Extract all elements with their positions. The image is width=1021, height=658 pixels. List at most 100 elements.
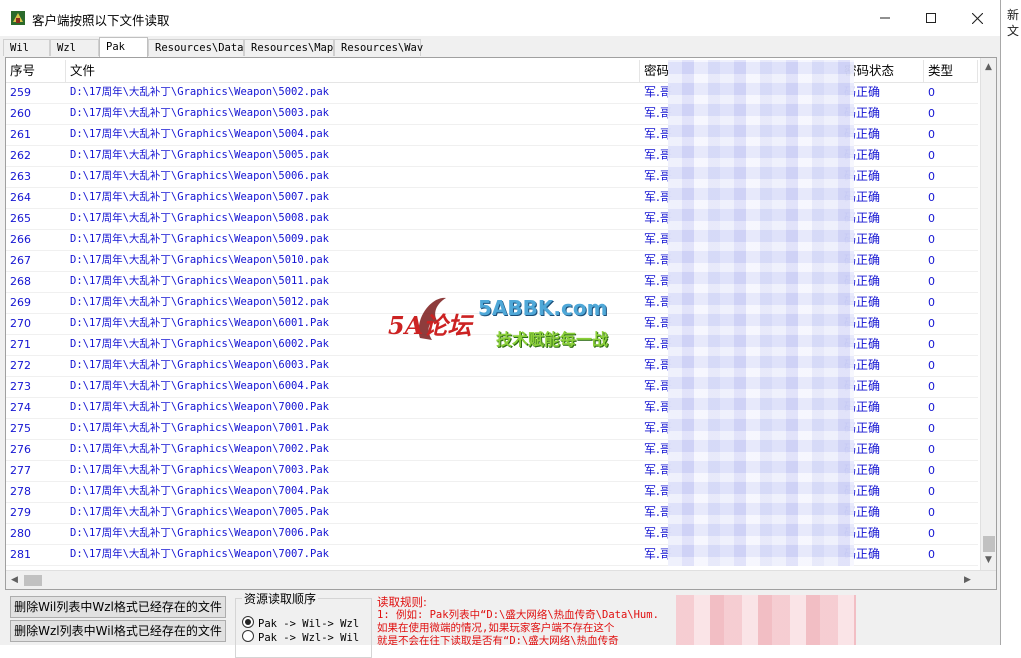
row-type: 0: [928, 338, 935, 351]
close-button[interactable]: [954, 0, 1000, 36]
row-index: 278: [10, 485, 31, 498]
row-index: 269: [10, 296, 31, 309]
row-file-path: D:\17周年\大乱补丁\Graphics\Weapon\5004.pak: [70, 128, 329, 140]
row-type: 0: [928, 464, 935, 477]
read-order-option-2[interactable]: Pak -> Wzl-> Wil: [242, 630, 359, 644]
row-type: 0: [928, 380, 935, 393]
row-type: 0: [928, 506, 935, 519]
row-file-path: D:\17周年\大乱补丁\Graphics\Weapon\5002.pak: [70, 86, 329, 98]
row-index: 277: [10, 464, 31, 477]
row-file-path: D:\17周年\大乱补丁\Graphics\Weapon\5005.pak: [70, 149, 329, 161]
row-file-path: D:\17周年\大乱补丁\Graphics\Weapon\6004.Pak: [70, 380, 329, 392]
tab-wzl[interactable]: Wzl: [50, 39, 99, 56]
password-blur-overlay-texture: [668, 60, 854, 566]
tab-strip: Wil Wzl Pak Resources\Data Resources\Map…: [0, 37, 1000, 57]
row-type: 0: [928, 317, 935, 330]
radio-checked-icon[interactable]: [242, 616, 254, 628]
watermark-brand: 5A论坛: [388, 311, 472, 340]
radio-unchecked-icon[interactable]: [242, 630, 254, 642]
scroll-up-icon[interactable]: ▲: [985, 62, 992, 72]
tab-resources-data[interactable]: Resources\Data: [148, 39, 244, 56]
read-order-group: 资源读取顺序 Pak -> Wil-> Wzl Pak -> Wzl-> Wil: [235, 590, 372, 658]
row-file-path: D:\17周年\大乱补丁\Graphics\Weapon\7000.Pak: [70, 401, 329, 413]
row-type: 0: [928, 149, 935, 162]
row-file-path: D:\17周年\大乱补丁\Graphics\Weapon\7002.Pak: [70, 443, 329, 455]
header-index[interactable]: 序号: [6, 60, 66, 82]
row-file-path: D:\17周年\大乱补丁\Graphics\Weapon\5010.pak: [70, 254, 329, 266]
row-index: 275: [10, 422, 31, 435]
row-index: 280: [10, 527, 31, 540]
row-type: 0: [928, 128, 935, 141]
watermark-site: 5ABBK.com: [478, 296, 608, 320]
row-type: 0: [928, 359, 935, 372]
row-type: 0: [928, 527, 935, 540]
row-file-path: D:\17周年\大乱补丁\Graphics\Weapon\5003.pak: [70, 107, 329, 119]
horizontal-scroll-thumb[interactable]: [24, 575, 42, 586]
row-type: 0: [928, 170, 935, 183]
watermark: 5A论坛 5ABBK.com 技术赋能每一战: [388, 288, 638, 358]
read-order-option-2-label: Pak -> Wzl-> Wil: [258, 632, 360, 644]
read-rules-line-3: 就是不会在往下读取是否有“D:\盛大网络\热血传奇: [377, 635, 619, 645]
scroll-right-icon[interactable]: ▶: [964, 575, 971, 585]
scroll-down-icon[interactable]: ▼: [985, 555, 992, 565]
row-index: 263: [10, 170, 31, 183]
row-file-path: D:\17周年\大乱补丁\Graphics\Weapon\7003.Pak: [70, 464, 329, 476]
row-type: 0: [928, 422, 935, 435]
background-window-edge: 新 文: [1000, 0, 1021, 645]
minimize-icon: [880, 17, 890, 19]
row-index: 262: [10, 149, 31, 162]
delete-wzl-duplicates-button[interactable]: 删除Wzl列表中Wil格式已经存在的文件: [10, 620, 226, 642]
watermark-slogan: 技术赋能每一战: [496, 330, 609, 349]
tab-pak[interactable]: Pak: [99, 37, 148, 57]
row-type: 0: [928, 443, 935, 456]
header-type[interactable]: 类型: [924, 60, 978, 82]
row-type: 0: [928, 107, 935, 120]
maximize-icon: [926, 13, 936, 23]
row-index: 261: [10, 128, 31, 141]
row-type: 0: [928, 401, 935, 414]
read-order-label: 资源读取顺序: [242, 590, 319, 607]
row-file-path: D:\17周年\大乱补丁\Graphics\Weapon\7005.Pak: [70, 506, 329, 518]
row-file-path: D:\17周年\大乱补丁\Graphics\Weapon\5007.pak: [70, 191, 329, 203]
maximize-button[interactable]: [908, 0, 954, 36]
row-index: 268: [10, 275, 31, 288]
horizontal-scrollbar[interactable]: ◀ ▶: [6, 570, 996, 589]
row-index: 270: [10, 317, 31, 330]
read-order-option-1[interactable]: Pak -> Wil-> Wzl: [242, 616, 359, 630]
row-file-path: D:\17周年\大乱补丁\Graphics\Weapon\5006.pak: [70, 170, 329, 182]
title-bar: 客户端按照以下文件读取: [0, 0, 1000, 36]
row-index: 266: [10, 233, 31, 246]
read-order-option-1-label: Pak -> Wil-> Wzl: [258, 618, 360, 630]
row-index: 279: [10, 506, 31, 519]
row-index: 267: [10, 254, 31, 267]
row-index: 260: [10, 107, 31, 120]
row-type: 0: [928, 191, 935, 204]
row-file-path: D:\17周年\大乱补丁\Graphics\Weapon\7007.Pak: [70, 548, 329, 560]
row-file-path: D:\17周年\大乱补丁\Graphics\Weapon\7001.Pak: [70, 422, 329, 434]
row-index: 264: [10, 191, 31, 204]
row-index: 274: [10, 401, 31, 414]
scroll-left-icon[interactable]: ◀: [11, 575, 18, 585]
app-icon: [11, 11, 25, 25]
minimize-button[interactable]: [862, 0, 908, 36]
row-index: 273: [10, 380, 31, 393]
row-file-path: D:\17周年\大乱补丁\Graphics\Weapon\6003.Pak: [70, 359, 329, 371]
row-index: 265: [10, 212, 31, 225]
tab-resources-wav[interactable]: Resources\Wav: [334, 39, 423, 56]
main-window: 客户端按照以下文件读取 Wil Wzl Pak Resources\Data R…: [0, 0, 1001, 658]
row-index: 259: [10, 86, 31, 99]
tab-resources-map[interactable]: Resources\Map: [244, 39, 334, 56]
close-icon: [971, 12, 983, 24]
rules-blur-overlay: [676, 595, 856, 645]
delete-wil-duplicates-button[interactable]: 删除Wil列表中Wzl格式已经存在的文件: [10, 596, 226, 618]
header-file[interactable]: 文件: [66, 60, 640, 82]
row-type: 0: [928, 254, 935, 267]
row-type: 0: [928, 233, 935, 246]
row-file-path: D:\17周年\大乱补丁\Graphics\Weapon\5008.pak: [70, 212, 329, 224]
window-title: 客户端按照以下文件读取: [32, 13, 170, 28]
vertical-scroll-thumb[interactable]: [983, 536, 995, 552]
background-text-1: 新: [1007, 8, 1020, 22]
tab-wil[interactable]: Wil: [3, 39, 50, 56]
vertical-scrollbar[interactable]: ▲ ▼: [980, 58, 996, 570]
row-type: 0: [928, 548, 935, 561]
